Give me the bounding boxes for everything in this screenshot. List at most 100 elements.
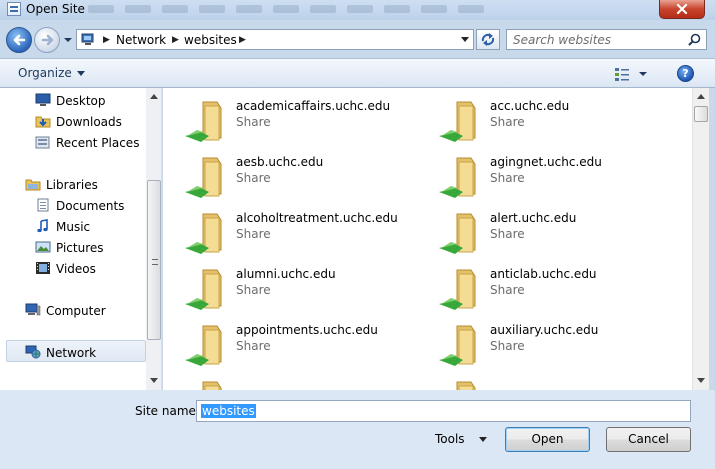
list-item[interactable]: acc.uchc.edu Share	[417, 92, 667, 148]
breadcrumb-separator-icon[interactable]: ▶	[172, 35, 179, 45]
item-name: alumni.uchc.edu	[236, 267, 336, 281]
shared-folder-icon	[439, 101, 476, 142]
network-icon	[25, 345, 41, 359]
grip-icon	[152, 259, 158, 265]
documents-icon	[37, 198, 49, 212]
music-icon	[37, 219, 48, 233]
breadcrumb-network[interactable]: Network	[116, 33, 166, 47]
list-item[interactable]: anticlab.uchc.edu Share	[417, 260, 667, 316]
item-type: Share	[490, 227, 525, 241]
item-type: Share	[490, 283, 525, 297]
desktop-icon	[35, 93, 51, 106]
nav-item-label: Downloads	[56, 115, 122, 129]
address-bar[interactable]: ▶ Network ▶ websites ▶	[76, 29, 474, 50]
list-item[interactable]: academicaffairs.uchc.edu Share	[163, 92, 413, 148]
list-item[interactable]: alert.uchc.edu Share	[417, 204, 667, 260]
change-view-button[interactable]	[613, 66, 651, 82]
command-bar: Organize ?	[0, 58, 715, 88]
recent-places-icon	[35, 136, 50, 149]
nav-item-label: Music	[56, 220, 91, 234]
scroll-up-icon[interactable]	[697, 94, 705, 99]
item-type: Share	[490, 171, 525, 185]
item-name: aesb.uchc.edu	[236, 155, 324, 169]
shared-folder-icon	[185, 213, 222, 254]
scroll-up-icon[interactable]	[150, 94, 158, 99]
shared-folder-icon	[185, 101, 222, 142]
scroll-down-icon[interactable]	[150, 378, 158, 383]
nav-item-label: Computer	[46, 304, 106, 318]
navigation-pane: Desktop Downloads Recent Places Librarie…	[0, 88, 162, 390]
recent-pages-button[interactable]	[62, 34, 74, 46]
help-button[interactable]: ?	[677, 65, 694, 82]
nav-item-label: Recent Places	[56, 136, 140, 150]
item-type: Share	[236, 339, 271, 353]
network-location-icon	[81, 33, 94, 45]
shared-folder-icon	[439, 269, 476, 310]
scrollbar-thumb[interactable]	[694, 106, 708, 122]
item-name: acc.uchc.edu	[490, 99, 570, 113]
view-options-icon	[615, 68, 647, 81]
shared-folder-icon	[439, 157, 476, 198]
shared-folder-icon	[439, 325, 476, 366]
breadcrumb-separator-icon[interactable]: ▶	[103, 35, 110, 45]
nav-item-label: Videos	[56, 262, 96, 276]
file-list-scrollbar[interactable]	[692, 88, 709, 390]
item-name: appointments.uchc.edu	[236, 323, 378, 337]
search-input[interactable]	[513, 32, 683, 47]
refresh-button[interactable]	[476, 29, 500, 50]
list-item[interactable]: auxiliary.uchc.edu Share	[417, 316, 667, 372]
list-item[interactable]: alumni.uchc.edu Share	[163, 260, 413, 316]
search-box[interactable]	[506, 29, 707, 50]
pictures-icon	[35, 241, 51, 253]
list-item[interactable]: agingnet.uchc.edu Share	[417, 148, 667, 204]
item-name: agingnet.uchc.edu	[490, 155, 602, 169]
shared-folder-icon	[185, 269, 222, 310]
forward-button[interactable]	[34, 27, 60, 53]
item-type: Share	[236, 283, 271, 297]
list-item[interactable]: appointments.uchc.edu Share	[163, 316, 413, 372]
site-name-field[interactable]: websites	[196, 400, 691, 422]
tools-label: Tools	[435, 432, 465, 446]
close-icon	[676, 4, 688, 14]
item-name: academicaffairs.uchc.edu	[236, 99, 391, 113]
item-name: auxiliary.uchc.edu	[490, 323, 599, 337]
downloads-icon	[35, 116, 51, 128]
site-name-value: websites	[201, 404, 256, 418]
item-name: alert.uchc.edu	[490, 211, 577, 225]
nav-item-label: Pictures	[56, 241, 104, 255]
nav-pane-scrollbar[interactable]	[146, 88, 161, 390]
item-name: alcoholtreatment.uchc.edu	[236, 211, 398, 225]
nav-item-label: Network	[46, 346, 97, 360]
list-item[interactable]: alcoholtreatment.uchc.edu Share	[163, 204, 413, 260]
tools-button[interactable]: Tools	[435, 432, 487, 446]
shared-folder-icon	[439, 213, 476, 254]
shared-folder-icon	[202, 381, 222, 390]
breadcrumb-websites[interactable]: websites	[184, 33, 237, 47]
chevron-down-icon	[64, 38, 72, 42]
open-button[interactable]: Open	[505, 427, 590, 452]
list-item-partial[interactable]	[163, 372, 413, 390]
breadcrumb-separator-icon[interactable]: ▶	[239, 35, 246, 45]
address-dropdown-icon[interactable]	[461, 37, 469, 42]
chevron-down-icon	[76, 71, 85, 76]
scrollbar-thumb[interactable]	[147, 180, 161, 340]
item-name: anticlab.uchc.edu	[490, 267, 597, 281]
list-item-partial[interactable]	[417, 372, 667, 390]
forward-arrow-icon	[41, 34, 54, 46]
organize-button[interactable]: Organize	[18, 66, 85, 80]
close-button[interactable]	[659, 0, 705, 19]
dialog-footer: Site name: websites Tools Open Cancel	[0, 390, 715, 469]
back-arrow-icon	[13, 34, 26, 46]
navigation-bar: ▶ Network ▶ websites ▶	[0, 20, 715, 58]
videos-icon	[36, 262, 50, 274]
item-type: Share	[236, 171, 271, 185]
cancel-button[interactable]: Cancel	[606, 427, 691, 452]
item-type: Share	[490, 115, 525, 129]
scroll-down-icon[interactable]	[697, 378, 705, 383]
search-icon[interactable]	[688, 33, 701, 46]
chevron-down-icon	[478, 437, 487, 442]
item-type: Share	[490, 339, 525, 353]
list-item[interactable]: aesb.uchc.edu Share	[163, 148, 413, 204]
back-button[interactable]	[6, 27, 32, 53]
nav-item-label: Libraries	[46, 178, 98, 192]
